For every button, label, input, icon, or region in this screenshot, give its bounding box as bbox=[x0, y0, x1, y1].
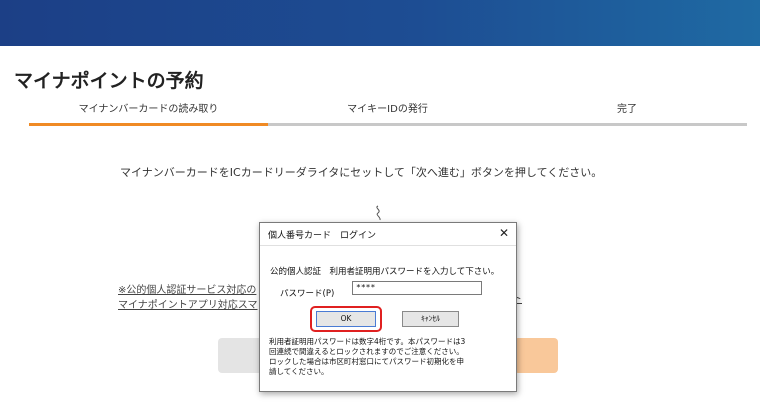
password-label: パスワード(P) bbox=[280, 289, 335, 299]
ok-button[interactable]: OK bbox=[316, 311, 376, 327]
progress-steps: マイナンバーカードの読み取り マイキーIDの発行 完了 bbox=[29, 100, 747, 126]
info-line: 回連続で間違えるとロックされますのでご注意ください。 bbox=[269, 347, 464, 356]
step-label: マイキーIDの発行 bbox=[347, 104, 428, 115]
note-link-jpki[interactable]: ※公的個人認証サービス対応の bbox=[118, 283, 258, 298]
step-progress-bar bbox=[268, 123, 507, 126]
step-progress-bar bbox=[29, 123, 268, 126]
close-icon[interactable]: ✕ bbox=[499, 226, 509, 240]
step-label: 完了 bbox=[617, 104, 637, 115]
step-label: マイナンバーカードの読み取り bbox=[78, 104, 219, 115]
dialog-title: 個人番号カード ログイン bbox=[268, 231, 377, 241]
step-card-read: マイナンバーカードの読み取り bbox=[29, 100, 268, 126]
info-line: 請してください。 bbox=[269, 367, 329, 376]
login-dialog: 個人番号カード ログイン ✕ 公的個人認証 利用者証明用パスワードを入力して下さ… bbox=[259, 222, 517, 392]
info-line: ロックした場合は市区町村窓口にてパスワード初期化を申 bbox=[269, 357, 464, 366]
page-title: マイナポイントの予約 bbox=[14, 70, 204, 92]
step-progress-bar bbox=[507, 123, 747, 126]
next-button[interactable] bbox=[514, 338, 558, 373]
step-complete: 完了 bbox=[507, 100, 747, 126]
cancel-button[interactable]: ｷｬﾝｾﾙ bbox=[402, 311, 459, 327]
top-banner bbox=[0, 0, 760, 46]
note-text: ※公的個人認証サービス対応の マイナポイントアプリ対応スマ bbox=[118, 283, 258, 313]
password-info-text: 利用者証明用パスワードは数字4桁です。本パスワードは3 回連続で間違えるとロック… bbox=[269, 337, 509, 377]
dialog-titlebar: 個人番号カード ログイン ✕ bbox=[260, 223, 516, 246]
password-input[interactable] bbox=[352, 281, 482, 295]
note-link-app[interactable]: マイナポイントアプリ対応スマ bbox=[118, 298, 258, 313]
instruction-text: マイナンバーカードをICカードリーダライタにセットして「次へ進む」ボタンを押して… bbox=[120, 166, 603, 179]
dialog-prompt: 公的個人認証 利用者証明用パスワードを入力して下さい。 bbox=[270, 267, 500, 277]
info-line: 利用者証明用パスワードは数字4桁です。本パスワードは3 bbox=[269, 337, 466, 346]
step-mykey-id: マイキーIDの発行 bbox=[268, 100, 507, 126]
